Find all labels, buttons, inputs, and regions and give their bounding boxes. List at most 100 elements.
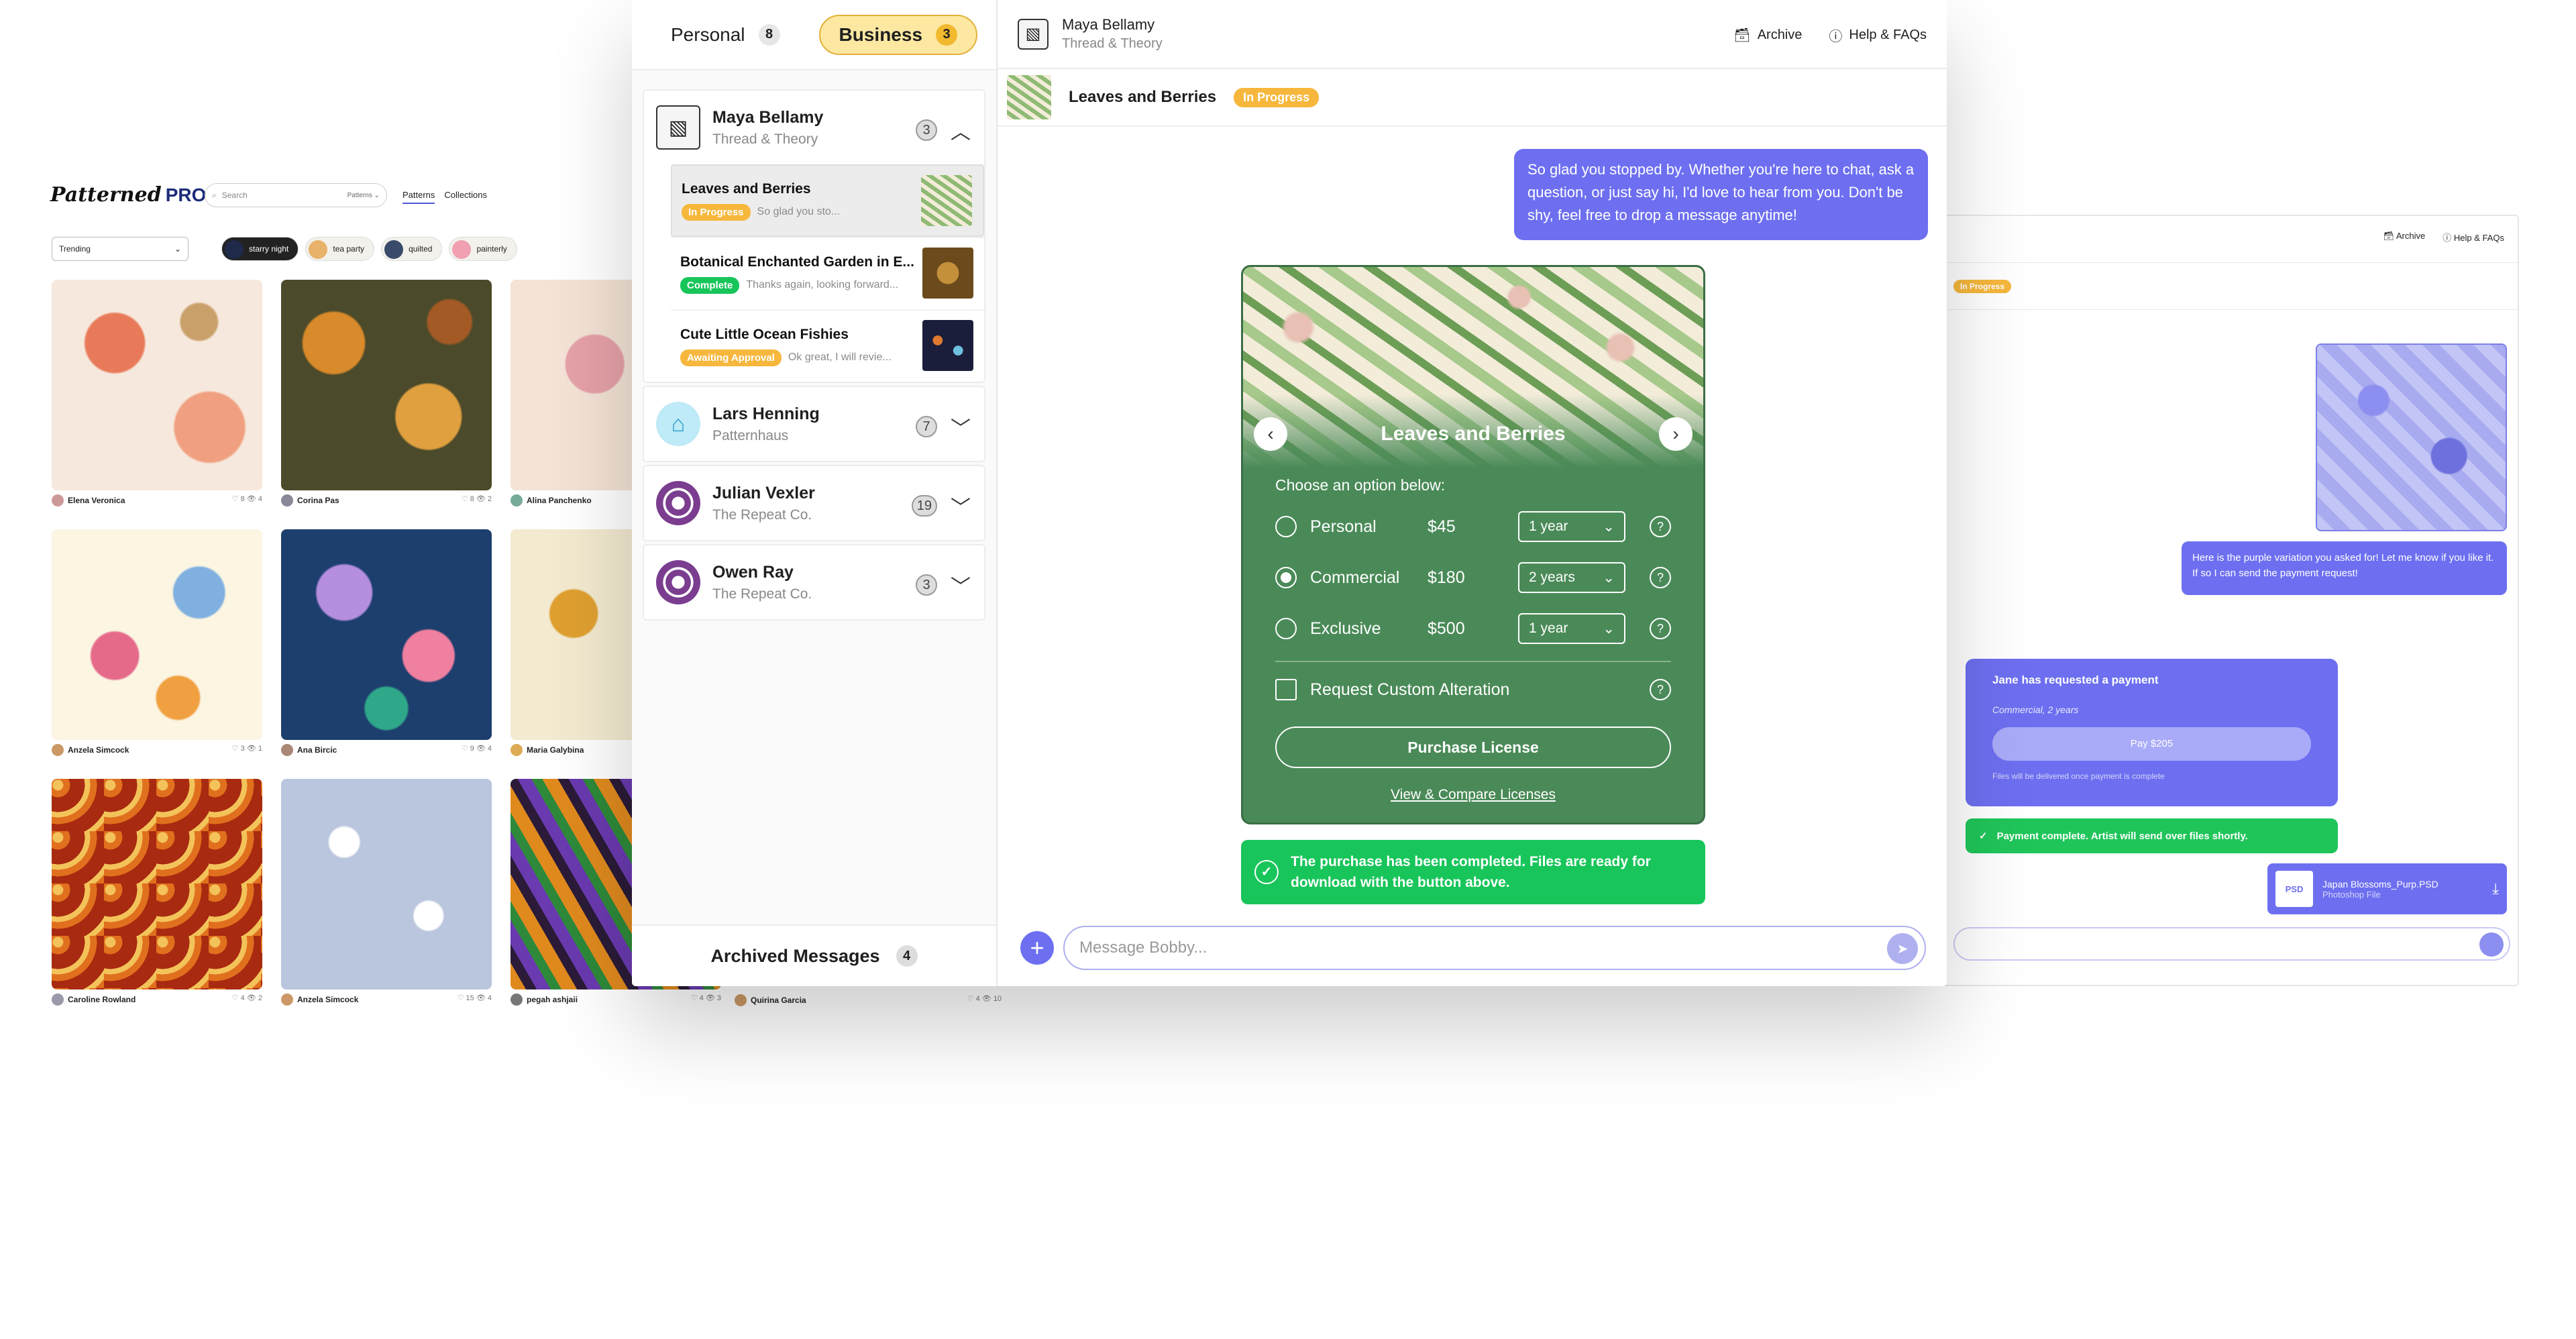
next-arrow-icon[interactable]: › [1659,417,1693,451]
avatar [656,560,700,604]
chevron-down-icon[interactable]: ﹀ [951,412,971,441]
download-icon[interactable]: ⤓ [2492,880,2499,898]
add-attachment-button[interactable]: + [1020,931,1054,965]
artist-name[interactable]: Maria Galybina [527,745,584,755]
chevron-up-icon[interactable]: ︿ [951,115,971,145]
conversation-header-lars[interactable]: ⌂ Lars Henning Patternhaus 7 ﹀ [644,387,984,461]
term-select[interactable]: 1 year ⌄ [1518,511,1625,542]
license-option-exclusive[interactable]: Exclusive $500 1 year ⌄ ? [1275,603,1671,654]
radio-button[interactable] [1275,618,1297,639]
message-composer: + Message Bobby... ➤ [1020,926,1926,970]
compare-licenses-link[interactable]: View & Compare Licenses [1275,787,1671,803]
thread-item[interactable]: Cute Little Ocean Fishies Awaiting Appro… [671,309,984,382]
artist-name[interactable]: pegah ashjaii [527,995,578,1004]
pattern-tile[interactable]: Caroline Rowland ♡ 4 👁 2 [52,779,262,1006]
pattern-tile[interactable]: Elena Veronica ♡ 8 👁 4 [52,280,262,506]
conversation-header-owen[interactable]: Owen Ray The Repeat Co. 3 ﹀ [644,545,984,619]
avatar [511,994,523,1006]
thread-item[interactable]: Botanical Enchanted Garden in E... Compl… [671,237,984,309]
tab-patterns[interactable]: Patterns [402,190,435,204]
message-count-badge: 3 [916,574,937,596]
chip-painterly[interactable]: painterly [449,237,517,261]
custom-alteration-option[interactable]: Request Custom Alteration ? [1275,669,1671,710]
artist-name[interactable]: Quirina Garcia [751,996,806,1005]
artist-name[interactable]: Corina Pas [297,496,339,505]
artist-name[interactable]: Alina Panchenko [527,496,592,505]
pattern-tile[interactable]: Anzela Simcock ♡ 15 👁 4 [281,779,492,1006]
tab-business[interactable]: Business 3 [818,14,978,55]
help-icon[interactable]: ? [1650,567,1671,588]
status-badge: In Progress [1953,280,2012,293]
pattern-grid: Elena Veronica ♡ 8 👁 4 Corina Pas ♡ 8 👁 2 … [52,280,721,1006]
tab-collections[interactable]: Collections [444,190,487,204]
gallery-tabs: Patterns Collections [402,190,487,204]
checkbox[interactable] [1275,679,1297,700]
send-button[interactable]: ➤ [1887,933,1918,964]
artist-name[interactable]: Anzela Simcock [68,745,129,755]
status-badge: In Progress [1234,87,1320,107]
pay-button[interactable]: Pay $205 [1992,727,2311,761]
status-badge: In Progress [682,203,751,221]
artist-name[interactable]: Caroline Rowland [68,995,136,1004]
chevron-down-icon[interactable]: ﹀ [951,491,971,521]
purchase-license-button[interactable]: Purchase License [1275,727,1671,768]
search-scope-dropdown[interactable]: Patterns ⌄ [347,192,380,199]
avatar [52,744,64,756]
thread-title: Leaves and Berries [1069,88,1217,106]
outgoing-message: So glad you stopped by. Whether you're h… [1514,149,1928,240]
artist-name[interactable]: Anzela Simcock [297,995,358,1004]
license-option-commercial[interactable]: Commercial $180 2 years ⌄ ? [1275,552,1671,603]
send-button[interactable] [2479,932,2504,957]
conversation-header-maya[interactable]: ▧ Maya Bellamy Thread & Theory 3 ︿ [644,91,984,164]
chevron-down-icon: ⌄ [1603,570,1615,586]
message-count-badge: 7 [916,416,937,437]
pattern-tile[interactable]: Anzela Simcock ♡ 3 👁 1 [52,529,262,756]
license-option-personal[interactable]: Personal $45 1 year ⌄ ? [1275,501,1671,552]
brand-logo[interactable]: Patterned PRO [50,183,206,207]
archive-icon: 🗃 [1733,28,1751,43]
artist-name[interactable]: Elena Veronica [68,496,125,505]
radio-button[interactable] [1275,567,1297,588]
tab-personal[interactable]: Personal 8 [652,16,799,54]
thread-thumbnail [922,248,973,299]
card-title: Leaves and Berries [1381,423,1566,445]
pattern-preview-image[interactable] [2316,343,2507,531]
chevron-down-icon[interactable]: ﹀ [951,570,971,600]
archived-messages-link[interactable]: Archived Messages 4 [632,924,996,986]
pattern-tile[interactable]: Ana Bircic ♡ 9 👁 4 [281,529,492,756]
tile-stats: ♡ 3 👁 1 [231,745,262,753]
chip-tea-party[interactable]: tea party [305,237,375,261]
term-select[interactable]: 1 year ⌄ [1518,613,1625,644]
radio-button[interactable] [1275,516,1297,537]
help-icon[interactable]: ? [1650,679,1671,700]
chip-quilted[interactable]: quilted [381,237,443,261]
term-select[interactable]: 2 years ⌄ [1518,562,1625,593]
help-icon[interactable]: ? [1650,516,1671,537]
purchase-complete-banner: ✓ The purchase has been completed. Files… [1241,840,1705,904]
gallery-search-input[interactable]: ⌕ Search Patterns ⌄ [205,183,387,207]
tile-stats: ♡ 15 👁 4 [457,994,492,1002]
thread-thumbnail [1007,75,1051,119]
avatar: ▧ [656,105,700,150]
thread-item[interactable]: Leaves and Berries In Progress So glad yo… [671,164,984,237]
choose-label: Choose an option below: [1275,476,1446,494]
archive-icon: 🗃 [2383,231,2396,241]
archive-button[interactable]: 🗃 Archive [2383,231,2425,244]
archive-button[interactable]: 🗃 Archive [1733,25,1802,45]
avatar [735,994,747,1006]
help-icon: ⓘ [2443,233,2454,243]
pattern-tile[interactable]: Corina Pas ♡ 8 👁 2 [281,280,492,506]
chip-starry-night[interactable]: starry night [221,237,299,261]
file-attachment[interactable]: PSD Japan Blossoms_Purp.PSD Photoshop Fi… [2267,863,2507,914]
bg-message-input[interactable] [1953,927,2510,961]
sort-dropdown[interactable]: Trending ⌄ [52,237,189,261]
message-bubble: Here is the purple variation you asked f… [2182,541,2507,595]
help-button[interactable]: ⓘ Help & FAQs [1829,25,1927,45]
status-badge: Awaiting Approval [680,349,782,366]
artist-name[interactable]: Ana Bircic [297,745,337,755]
conversation-header-julian[interactable]: Julian Vexler The Repeat Co. 19 ﹀ [644,466,984,540]
messaging-window: Personal 8 Business 3 ▧ Maya Bellamy Thr… [632,0,1947,986]
message-input[interactable]: Message Bobby... ➤ [1063,926,1926,970]
help-icon[interactable]: ? [1650,618,1671,639]
help-button[interactable]: ⓘ Help & FAQs [2443,231,2504,244]
